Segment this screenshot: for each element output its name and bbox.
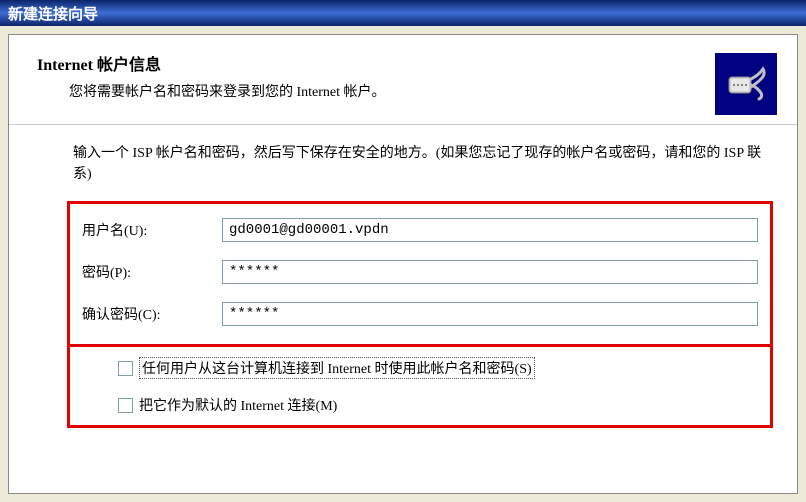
wizard-body: Internet 帐户信息 您将需要帐户名和密码来登录到您的 Internet … — [8, 34, 798, 494]
username-row: 用户名(U): — [82, 218, 758, 242]
password-row: 密码(P): — [82, 260, 758, 284]
username-label: 用户名(U): — [82, 220, 222, 240]
window-title: 新建连接向导 — [8, 3, 98, 24]
default-checkbox-row[interactable]: 把它作为默认的 Internet 连接(M) — [82, 395, 758, 415]
default-checkbox-label: 把它作为默认的 Internet 连接(M) — [139, 395, 337, 415]
confirm-password-input[interactable] — [222, 302, 758, 326]
confirm-password-label: 确认密码(C): — [82, 304, 222, 324]
page-title: Internet 帐户信息 — [37, 51, 777, 75]
credentials-highlight-box: 用户名(U): 密码(P): 确认密码(C): — [67, 201, 773, 347]
password-input[interactable] — [222, 260, 758, 284]
anyone-checkbox-label: 任何用户从这台计算机连接到 Internet 时使用此帐户名和密码(S) — [139, 357, 535, 379]
confirm-password-row: 确认密码(C): — [82, 302, 758, 326]
password-label: 密码(P): — [82, 262, 222, 282]
content-area: 输入一个 ISP 帐户名和密码，然后写下保存在安全的地方。(如果您忘记了现存的帐… — [9, 125, 797, 438]
connection-icon — [715, 53, 777, 115]
anyone-checkbox-row[interactable]: 任何用户从这台计算机连接到 Internet 时使用此帐户名和密码(S) — [82, 357, 758, 379]
instruction-text: 输入一个 ISP 帐户名和密码，然后写下保存在安全的地方。(如果您忘记了现存的帐… — [73, 143, 767, 185]
wizard-header: Internet 帐户信息 您将需要帐户名和密码来登录到您的 Internet … — [9, 35, 797, 125]
page-subtitle: 您将需要帐户名和密码来登录到您的 Internet 帐户。 — [37, 81, 777, 101]
username-input[interactable] — [222, 218, 758, 242]
default-checkbox[interactable] — [118, 398, 133, 413]
anyone-checkbox[interactable] — [118, 361, 133, 376]
options-highlight-box: 任何用户从这台计算机连接到 Internet 时使用此帐户名和密码(S) 把它作… — [67, 344, 773, 428]
titlebar: 新建连接向导 — [0, 0, 806, 26]
